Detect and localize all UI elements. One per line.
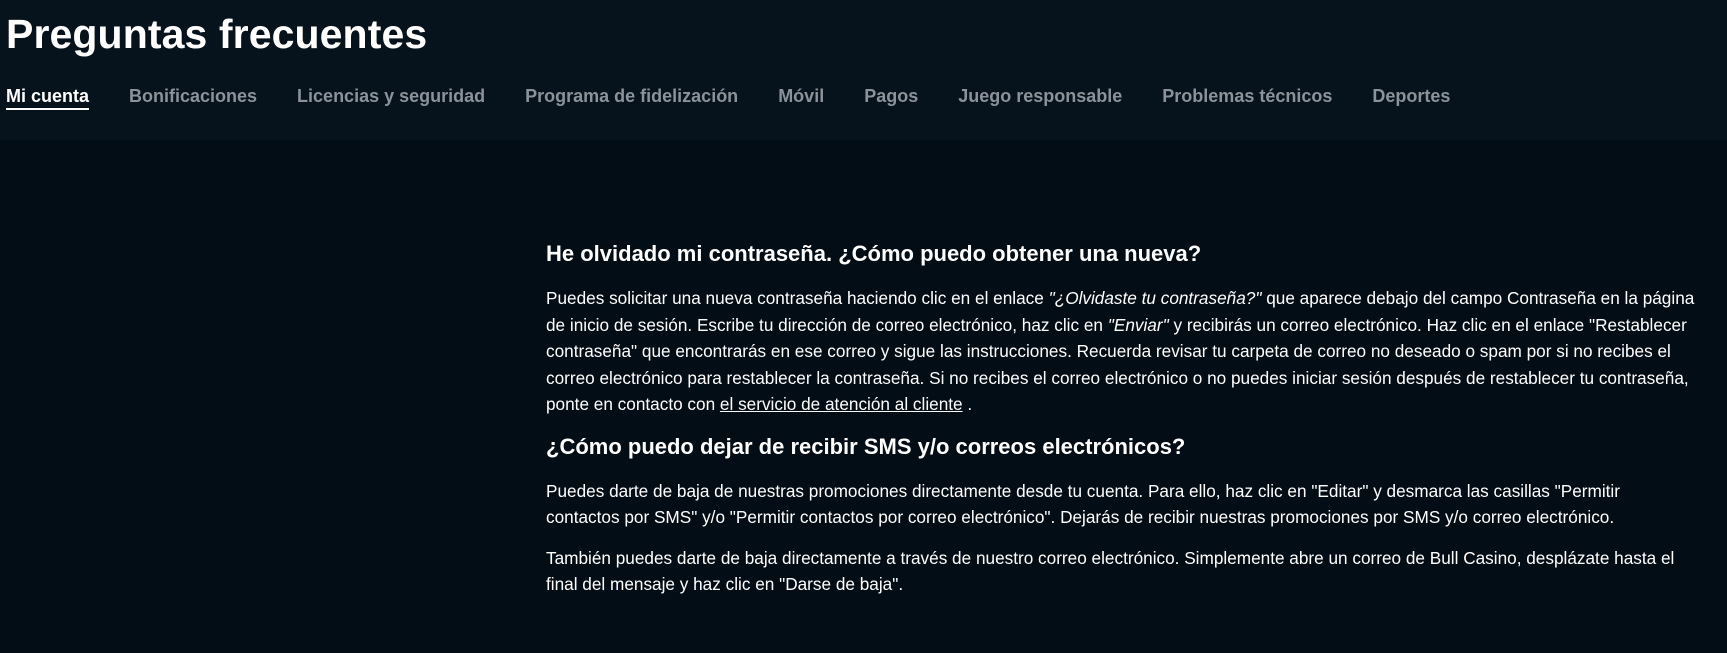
tab-juego-responsable[interactable]: Juego responsable (958, 84, 1122, 108)
send-button-name: "Enviar" (1107, 314, 1169, 335)
tab-problemas-tecnicos[interactable]: Problemas técnicos (1162, 84, 1332, 108)
answer-text: Puedes solicitar una nueva contraseña ha… (546, 288, 1049, 308)
faq-item-forgot-password: He olvidado mi contraseña. ¿Cómo puedo o… (546, 240, 1696, 418)
page-title: Preguntas frecuentes (6, 11, 428, 57)
tab-bonificaciones[interactable]: Bonificaciones (129, 84, 257, 108)
customer-service-link[interactable]: el servicio de atención al cliente (720, 394, 963, 414)
tab-mi-cuenta[interactable]: Mi cuenta (6, 84, 90, 110)
faq-content: He olvidado mi contraseña. ¿Cómo puedo o… (546, 240, 1696, 598)
tab-deportes[interactable]: Deportes (1372, 84, 1450, 108)
page-header: Preguntas frecuentes Mi cuenta Bonificac… (0, 0, 1727, 140)
faq-answer: Puedes solicitar una nueva contraseña ha… (546, 285, 1696, 418)
faq-question: He olvidado mi contraseña. ¿Cómo puedo o… (546, 241, 1202, 266)
faq-item-unsubscribe: ¿Cómo puedo dejar de recibir SMS y/o cor… (546, 433, 1696, 598)
tab-pagos[interactable]: Pagos (864, 84, 918, 108)
forgot-password-link-name: "¿Olvidaste tu contraseña?" (1048, 288, 1262, 308)
answer-text: . (962, 394, 973, 414)
faq-question: ¿Cómo puedo dejar de recibir SMS y/o cor… (546, 433, 1186, 459)
faq-category-tabs: Mi cuenta Bonificaciones Licencias y seg… (6, 84, 1490, 110)
faq-answer: También puedes darte de baja directament… (546, 547, 1675, 595)
tab-movil[interactable]: Móvil (778, 84, 824, 108)
faq-answer: Puedes darte de baja de nuestras promoci… (546, 480, 1620, 528)
tab-licencias-y-seguridad[interactable]: Licencias y seguridad (297, 84, 485, 108)
tab-programa-de-fidelizacion[interactable]: Programa de fidelización (525, 84, 738, 108)
